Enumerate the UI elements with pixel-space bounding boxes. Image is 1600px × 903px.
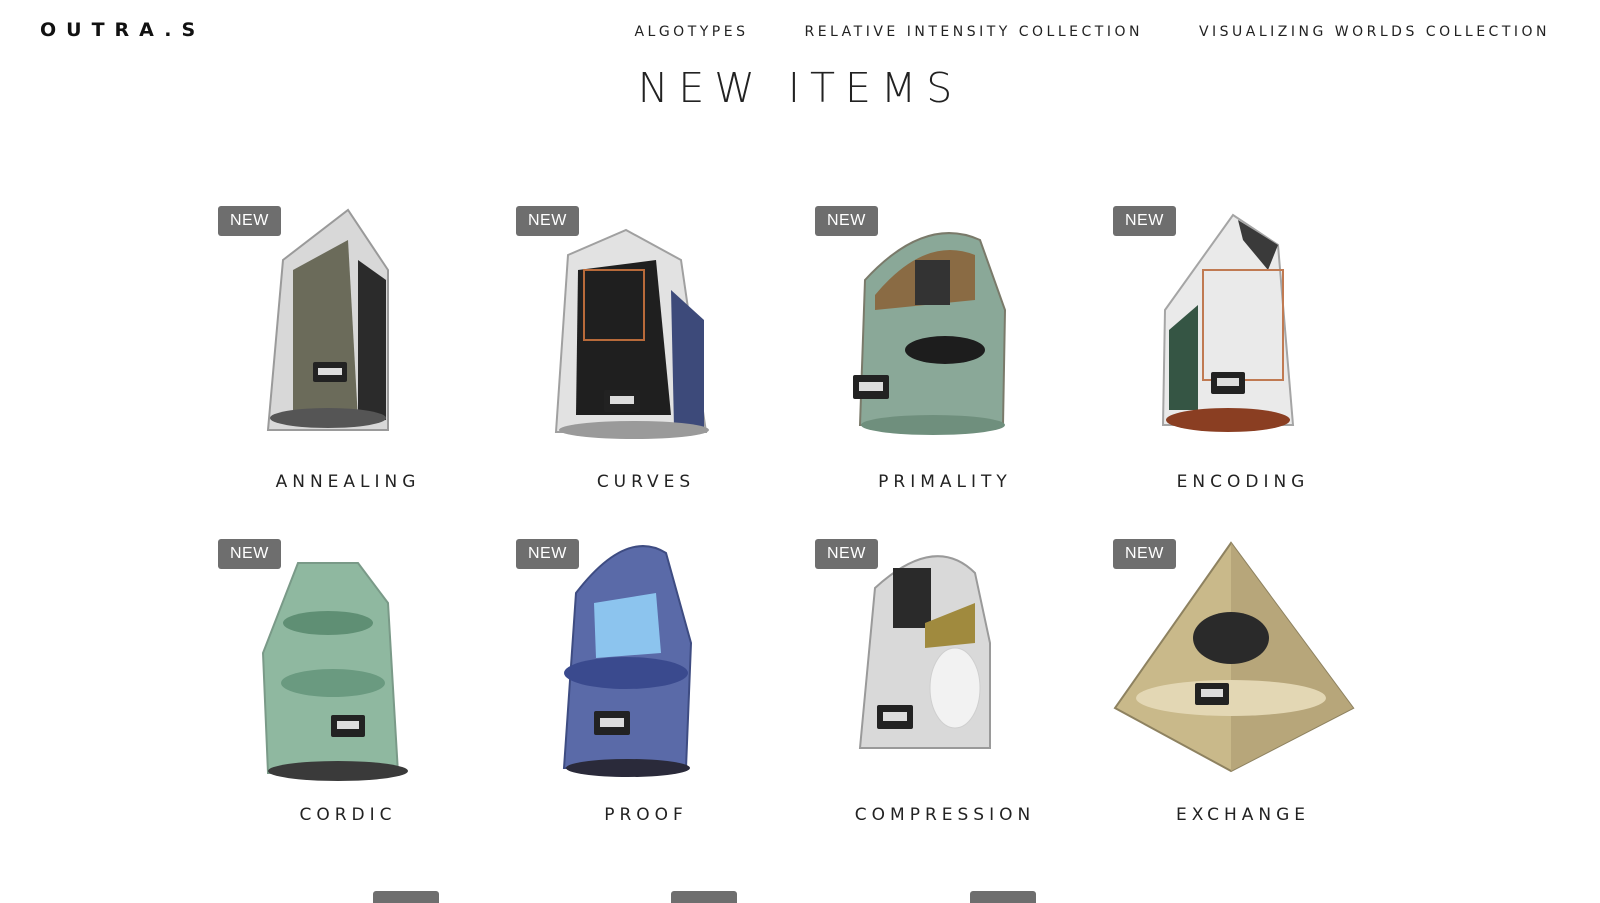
product-grid: NEW ANNEALING NEW CURVES NEW PRIMALITY N… <box>0 0 1600 900</box>
new-badge: NEW <box>516 206 579 236</box>
product-name[interactable]: EXCHANGE <box>1103 805 1383 825</box>
new-badge: NEW <box>1113 539 1176 569</box>
new-badge: NEW <box>218 206 281 236</box>
product-name[interactable]: CURVES <box>506 472 786 492</box>
product-name[interactable]: ENCODING <box>1103 472 1383 492</box>
new-badge: NEW <box>218 539 281 569</box>
product-name[interactable]: PRIMALITY <box>805 472 1085 492</box>
product-name[interactable]: PROOF <box>506 805 786 825</box>
crystal-dome-icon <box>853 232 1007 435</box>
product-card-compression[interactable]: NEW COMPRESSION <box>805 533 1085 853</box>
product-card-proof[interactable]: NEW PROOF <box>506 533 786 853</box>
product-card-cordic[interactable]: NEW CORDIC <box>208 533 488 853</box>
product-image[interactable] <box>1103 200 1383 460</box>
product-name[interactable]: CORDIC <box>208 805 488 825</box>
product-card-annealing[interactable]: NEW ANNEALING <box>208 200 488 520</box>
crystal-tower-icon <box>261 562 408 781</box>
new-badge: NEW <box>1113 206 1176 236</box>
product-card-exchange[interactable]: NEW EXCHANGE <box>1103 533 1383 853</box>
product-image[interactable] <box>208 533 488 793</box>
next-row-badge <box>970 891 1036 903</box>
product-card-encoding[interactable]: NEW ENCODING <box>1103 200 1383 520</box>
crystal-tower-icon <box>1161 213 1295 432</box>
crystal-pyramid-icon <box>1113 541 1355 773</box>
next-row-badge <box>373 891 439 903</box>
product-name[interactable]: ANNEALING <box>208 472 488 492</box>
product-card-curves[interactable]: NEW CURVES <box>506 200 786 520</box>
product-image[interactable] <box>805 200 1085 460</box>
crystal-obelisk-icon <box>266 208 389 431</box>
product-image[interactable] <box>506 533 786 793</box>
crystal-dome-icon <box>858 555 991 749</box>
crystal-tower-icon <box>554 228 709 439</box>
product-image[interactable] <box>1103 533 1383 793</box>
product-image[interactable] <box>208 200 488 460</box>
product-image[interactable] <box>805 533 1085 793</box>
new-badge: NEW <box>516 539 579 569</box>
product-card-primality[interactable]: NEW PRIMALITY <box>805 200 1085 520</box>
new-badge: NEW <box>815 539 878 569</box>
product-image[interactable] <box>506 200 786 460</box>
crystal-obelisk-icon <box>562 545 693 777</box>
product-name[interactable]: COMPRESSION <box>805 805 1085 825</box>
next-row-badge <box>671 891 737 903</box>
new-badge: NEW <box>815 206 878 236</box>
